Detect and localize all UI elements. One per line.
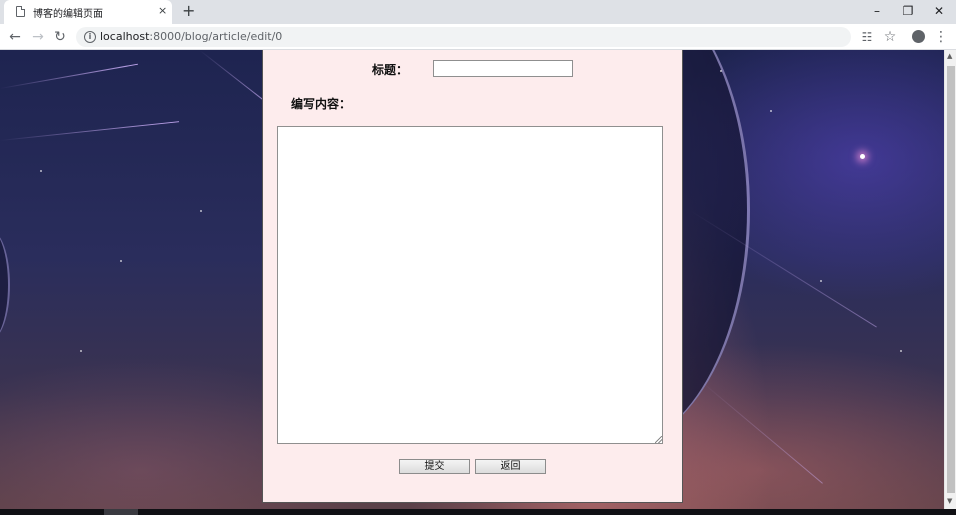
url-path: :8000/blog/article/edit/0 — [149, 30, 283, 43]
content-textarea[interactable] — [277, 126, 663, 444]
forward-arrow-icon[interactable]: → — [29, 28, 47, 46]
bookmark-star-icon[interactable]: ☆ — [881, 28, 899, 46]
url-text[interactable]: localhost:8000/blog/article/edit/0 — [100, 30, 282, 43]
background-streak — [0, 63, 138, 89]
tab-close-icon[interactable]: × — [158, 4, 167, 18]
background-star — [820, 280, 822, 282]
scroll-down-arrow-icon[interactable]: ▼ — [947, 497, 952, 505]
background-star — [80, 350, 82, 352]
back-arrow-icon[interactable]: ← — [6, 28, 24, 46]
profile-icon[interactable] — [909, 28, 927, 46]
background-star — [720, 70, 722, 72]
edit-form-panel: 标题： 编写内容： 提交 返回 — [262, 50, 683, 503]
tab-bar: 博客的编辑页面 × + – ❐ ✕ — [0, 0, 956, 24]
browser-tab[interactable]: 博客的编辑页面 × — [4, 0, 172, 24]
background-star — [40, 170, 42, 172]
scroll-up-arrow-icon[interactable]: ▲ — [947, 52, 952, 60]
page-viewport: 标题： 编写内容： 提交 返回 — [0, 50, 944, 509]
url-host: localhost — [100, 30, 150, 43]
background-star — [770, 110, 772, 112]
kebab-menu-icon[interactable]: ⋮ — [932, 28, 950, 46]
tab-title: 博客的编辑页面 — [33, 9, 103, 20]
title-label: 标题： — [372, 63, 409, 77]
background-planet-left — [0, 230, 10, 340]
back-button[interactable]: 返回 — [475, 459, 546, 474]
background-star — [120, 260, 122, 262]
reload-icon[interactable]: ↻ — [51, 28, 69, 46]
window-restore-icon[interactable]: ❐ — [893, 2, 923, 20]
textarea-resize-grip[interactable] — [655, 436, 662, 443]
browser-toolbar: ← → ↻ i localhost:8000/blog/article/edit… — [0, 24, 956, 50]
taskbar-item[interactable] — [104, 509, 138, 515]
new-tab-icon[interactable]: + — [182, 2, 195, 20]
title-input[interactable] — [433, 60, 573, 77]
background-bright-star — [860, 154, 865, 159]
background-streak — [699, 380, 823, 484]
content-label: 编写内容： — [291, 97, 352, 111]
submit-button[interactable]: 提交 — [399, 459, 470, 474]
info-icon[interactable]: i — [84, 31, 96, 43]
page-icon — [16, 6, 25, 17]
address-bar[interactable]: i localhost:8000/blog/article/edit/0 — [76, 27, 851, 47]
window-minimize-icon[interactable]: – — [862, 2, 892, 20]
background-star — [900, 350, 902, 352]
os-taskbar — [0, 509, 956, 515]
page-scrollbar[interactable]: ▲ ▼ — [944, 50, 956, 509]
scrollbar-thumb[interactable] — [947, 66, 955, 493]
translate-icon[interactable]: ☷ — [858, 28, 876, 46]
window-close-icon[interactable]: ✕ — [924, 2, 954, 20]
background-star — [200, 210, 202, 212]
background-streak — [0, 121, 180, 141]
